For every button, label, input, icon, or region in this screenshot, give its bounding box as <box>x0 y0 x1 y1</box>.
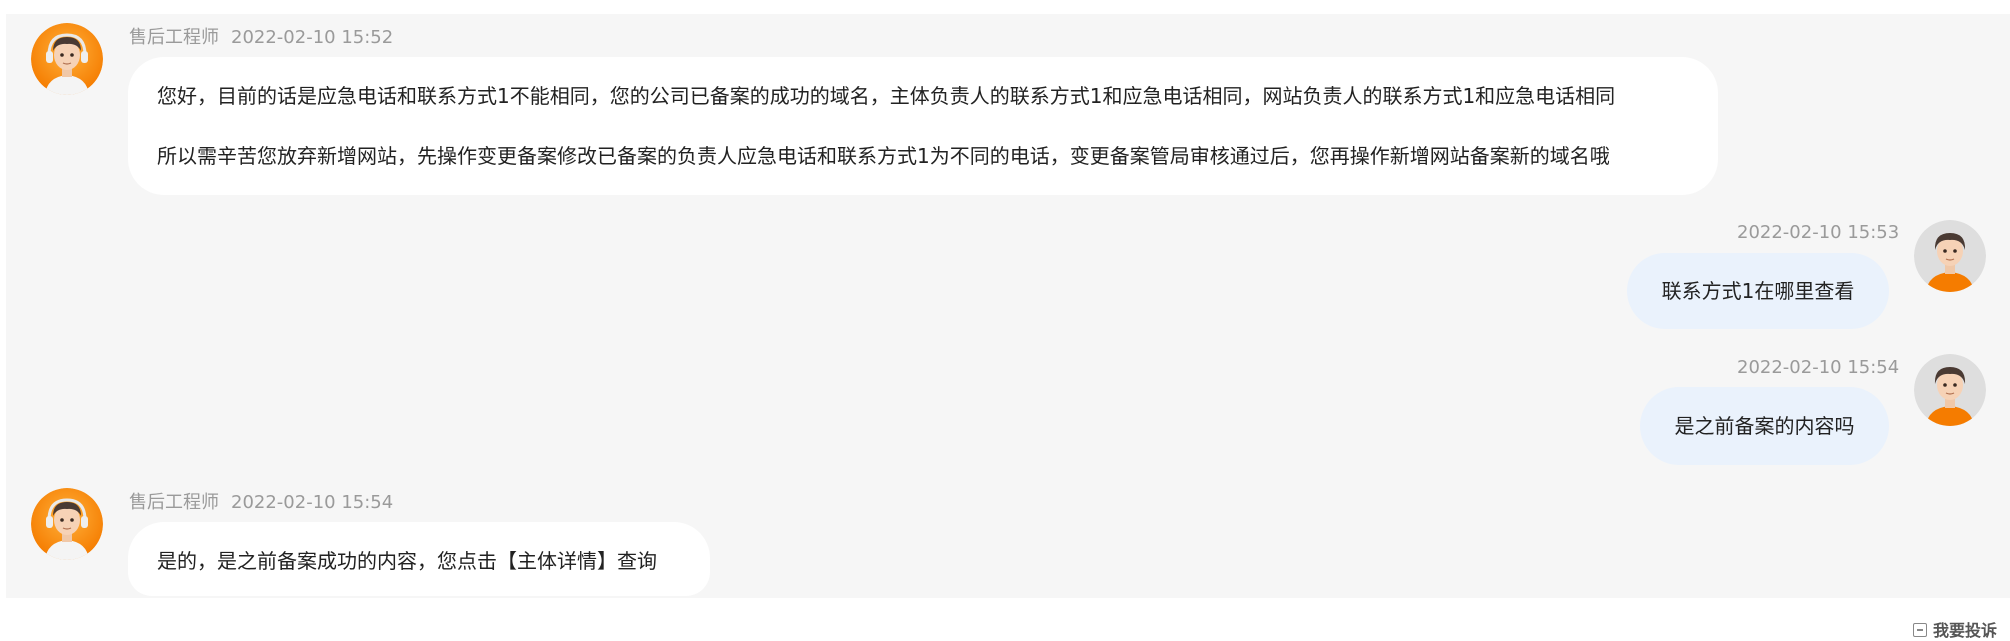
message-meta: 售后工程师 2022-02-10 15:52 <box>129 27 393 49</box>
agent-message-bubble: 是的，是之前备案成功的内容，您点击【主体详情】查询 <box>128 522 710 596</box>
message-time: 2022-02-10 15:54 <box>1737 357 1900 378</box>
message-text: 是之前备案的内容吗 <box>1674 414 1855 438</box>
message-text: 您好，目前的话是应急电话和联系方式1不能相同，您的公司已备案的成功的域名，主体负… <box>157 84 1616 108</box>
minus-square-icon <box>1913 623 1927 637</box>
agent-avatar <box>31 23 103 95</box>
message-text: 联系方式1在哪里查看 <box>1661 279 1855 303</box>
complaint-label: 我要投诉 <box>1933 621 1998 640</box>
sender-name: 售后工程师 <box>129 492 219 513</box>
sender-name: 售后工程师 <box>129 27 219 48</box>
user-avatar <box>1914 354 1986 426</box>
agent-avatar <box>31 488 103 560</box>
message-time: 2022-02-10 15:53 <box>1737 222 1900 243</box>
message-text: 所以需辛苦您放弃新增网站，先操作变更备案修改已备案的负责人应急电话和联系方式1为… <box>157 144 1610 168</box>
user-avatar <box>1914 220 1986 292</box>
message-time: 2022-02-10 15:52 <box>231 27 394 48</box>
message-meta: 售后工程师 2022-02-10 15:54 <box>129 492 393 514</box>
user-message-bubble: 是之前备案的内容吗 <box>1640 387 1889 465</box>
user-message-bubble: 联系方式1在哪里查看 <box>1627 253 1889 329</box>
message-time: 2022-02-10 15:54 <box>231 492 394 513</box>
complaint-link[interactable]: 我要投诉 <box>1913 621 1997 641</box>
message-text: 是的，是之前备案成功的内容，您点击【主体详情】查询 <box>157 549 657 573</box>
agent-message-bubble: 您好，目前的话是应急电话和联系方式1不能相同，您的公司已备案的成功的域名，主体负… <box>128 57 1718 195</box>
